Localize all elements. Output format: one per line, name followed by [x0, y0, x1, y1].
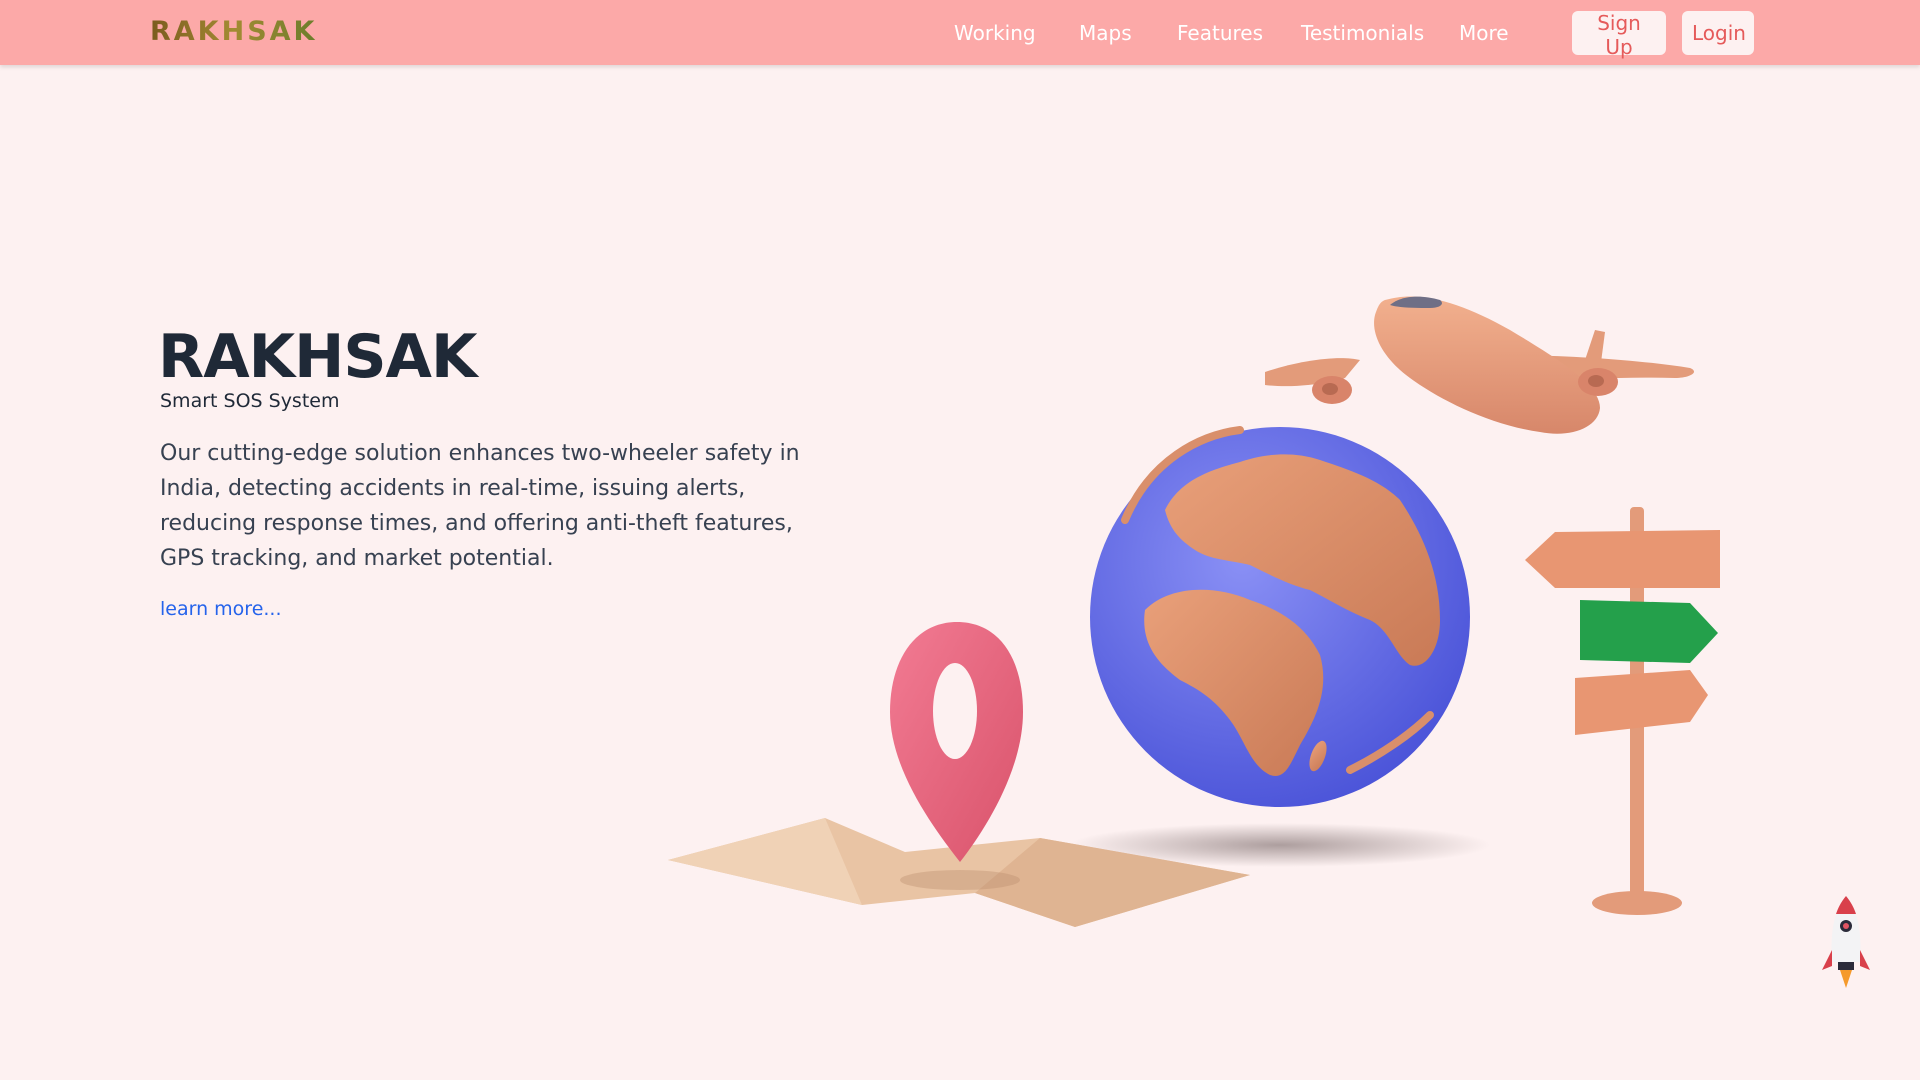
login-button[interactable]: Login [1682, 11, 1754, 55]
logo[interactable]: RAKHSAK [150, 16, 317, 47]
globe-icon [1090, 426, 1470, 807]
signpost-icon [1525, 507, 1720, 915]
nav-link-maps[interactable]: Maps [1079, 21, 1132, 45]
learn-more-link[interactable]: learn more... [160, 598, 282, 620]
signup-button[interactable]: Sign Up [1572, 11, 1666, 59]
hero-title: RAKHSAK [158, 322, 477, 392]
nav-link-testimonials[interactable]: Testimonials [1301, 21, 1424, 45]
rocket-icon[interactable] [1818, 892, 1874, 992]
hero-illustration [668, 296, 1720, 927]
airplane-icon [1265, 296, 1695, 434]
hero-subtitle: Smart SOS System [160, 390, 340, 412]
nav-link-more[interactable]: More [1459, 21, 1509, 45]
navbar: RAKHSAK Working Maps Features Testimonia… [0, 0, 1920, 65]
map-pin-icon [890, 622, 1023, 862]
nav-link-features[interactable]: Features [1177, 21, 1263, 45]
nav-link-working[interactable]: Working [954, 21, 1036, 45]
